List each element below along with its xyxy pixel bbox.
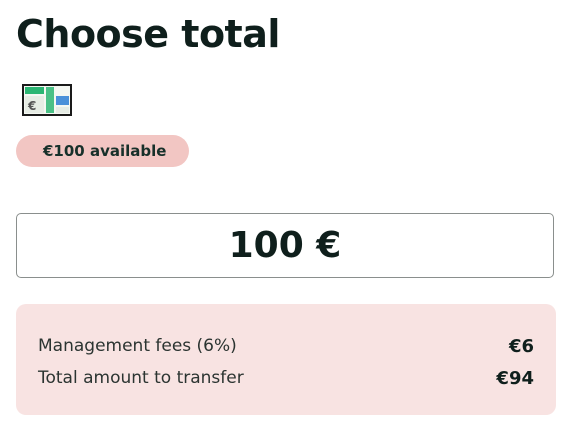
amount-value: 100 € (228, 225, 342, 266)
gift-card-icon: € (22, 84, 72, 116)
transfer-total-value: €94 (496, 367, 534, 389)
balance-badge: €100 available (16, 135, 190, 167)
management-fee-value: €6 (508, 335, 534, 357)
management-fee-label: Management fees (6%) (38, 336, 237, 356)
transfer-total-row: Total amount to transfer €94 (38, 362, 534, 394)
page-title: Choose total (16, 12, 280, 56)
fees-summary: Management fees (6%) €6 Total amount to … (16, 304, 556, 415)
transfer-total-label: Total amount to transfer (38, 368, 244, 388)
amount-input[interactable]: 100 € (16, 213, 554, 278)
svg-text:€: € (27, 99, 36, 113)
management-fee-row: Management fees (6%) €6 (38, 330, 534, 362)
